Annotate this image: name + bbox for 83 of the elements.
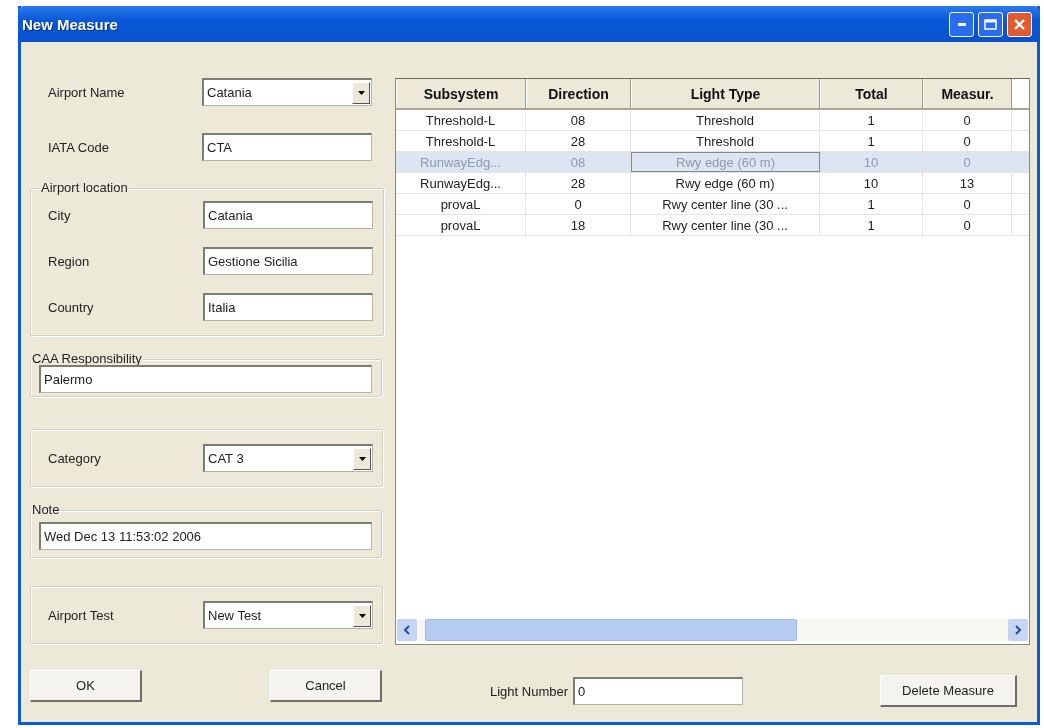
scroll-left-button[interactable]	[397, 619, 417, 641]
table-row[interactable]: provaL 18 Rwy center line (30 ... 1 0	[396, 215, 1029, 236]
table-cell: RunwayEdg...	[396, 152, 526, 172]
dropdown-button[interactable]	[353, 447, 371, 470]
text-field[interactable]: Italia	[203, 293, 373, 321]
maximize-button[interactable]	[978, 11, 1003, 37]
text-field[interactable]: 0	[573, 677, 743, 705]
table-cell: 13	[923, 173, 1012, 193]
dropdown[interactable]: Catania	[202, 78, 372, 106]
maximize-icon	[984, 18, 997, 30]
table-cell: 1	[820, 110, 923, 130]
table-cell: 0	[923, 131, 1012, 151]
field-label: IATA Code	[48, 139, 110, 155]
table-cell: Rwy edge (60 m)	[631, 152, 820, 172]
column-header[interactable]: Light Type	[631, 79, 820, 108]
table-cell: 0	[923, 215, 1012, 235]
field-label: Airport Name	[48, 84, 126, 100]
field-label: Country	[48, 299, 95, 315]
table-cell: 1	[820, 215, 923, 235]
table-cell: 08	[526, 152, 631, 172]
caret-icon	[403, 625, 411, 635]
table-row[interactable]: Threshold-L 28 Threshold 1 0	[396, 131, 1029, 152]
table-cell: 18	[526, 215, 631, 235]
table-cell: 1	[820, 131, 923, 151]
text-field[interactable]: CTA	[202, 133, 372, 161]
minimize-button[interactable]	[949, 11, 974, 37]
column-header[interactable]: Direction	[526, 79, 631, 108]
table-cell: 1	[820, 194, 923, 214]
field-label: Category	[48, 450, 102, 466]
table-cell: 08	[526, 110, 631, 130]
table-cell: provaL	[396, 194, 526, 214]
column-header[interactable]: Measur.	[923, 79, 1012, 108]
field-label: Airport Test	[48, 607, 115, 623]
table-row[interactable]: Threshold-L 08 Threshold 1 0	[396, 110, 1029, 131]
dropdown[interactable]: CAT 3	[203, 444, 373, 472]
minimize-icon	[957, 22, 966, 26]
caret-icon	[357, 454, 367, 463]
table-cell: Threshold	[631, 131, 820, 151]
text-field[interactable]: Catania	[203, 201, 373, 229]
field-label: City	[48, 207, 72, 223]
scrollbar-thumb[interactable]	[425, 619, 797, 641]
text-field[interactable]: Wed Dec 13 11:53:02 2006	[39, 522, 372, 550]
text-field[interactable]: Gestione Sicilia	[203, 247, 373, 275]
table-cell: Threshold-L	[396, 110, 526, 130]
caret-icon	[356, 88, 366, 97]
close-button[interactable]	[1007, 11, 1032, 37]
dropdown-button[interactable]	[353, 604, 371, 627]
caret-icon	[357, 611, 367, 620]
dropdown-button[interactable]	[352, 81, 370, 104]
scroll-right-button[interactable]	[1008, 619, 1028, 641]
field-label: Region	[48, 253, 91, 269]
caret-icon	[1014, 625, 1022, 635]
table-row[interactable]: provaL 0 Rwy center line (30 ... 1 0	[396, 194, 1029, 215]
table-cell: RunwayEdg...	[396, 173, 526, 193]
table-cell: 10	[820, 173, 923, 193]
group-label: Airport location	[40, 181, 129, 195]
table-cell: 0	[526, 194, 631, 214]
table-cell: 0	[923, 194, 1012, 214]
table-cell: 10	[820, 152, 923, 172]
table-cell: Rwy center line (30 ...	[631, 194, 820, 214]
window-title: New Measure	[22, 15, 119, 33]
table-cell: Rwy center line (30 ...	[631, 215, 820, 235]
table-cell: Threshold-L	[396, 131, 526, 151]
close-icon	[1013, 17, 1026, 31]
column-header[interactable]: Total	[820, 79, 923, 108]
table-cell: Rwy edge (60 m)	[631, 173, 820, 193]
group-label: Note	[31, 503, 61, 517]
dropdown[interactable]: New Test	[203, 601, 373, 629]
cancel-button[interactable]: Cancel	[270, 670, 382, 702]
field-label: Light Number	[490, 683, 570, 699]
delete-measure-button[interactable]: Delete Measure	[880, 675, 1017, 707]
text-field[interactable]: Palermo	[39, 365, 372, 393]
column-header[interactable]: Subsystem	[396, 79, 526, 108]
table-cell: 28	[526, 131, 631, 151]
ok-button[interactable]: OK	[30, 670, 142, 702]
table-cell: Threshold	[631, 110, 820, 130]
table-row[interactable]: RunwayEdg... 28 Rwy edge (60 m) 10 13	[396, 173, 1029, 194]
group-label: CAA Responsibility	[31, 352, 143, 366]
table-cell: 0	[923, 110, 1012, 130]
table-cell: 28	[526, 173, 631, 193]
table-cell: 0	[923, 152, 1012, 172]
horizontal-scrollbar[interactable]	[397, 619, 1028, 641]
table-cell: provaL	[396, 215, 526, 235]
